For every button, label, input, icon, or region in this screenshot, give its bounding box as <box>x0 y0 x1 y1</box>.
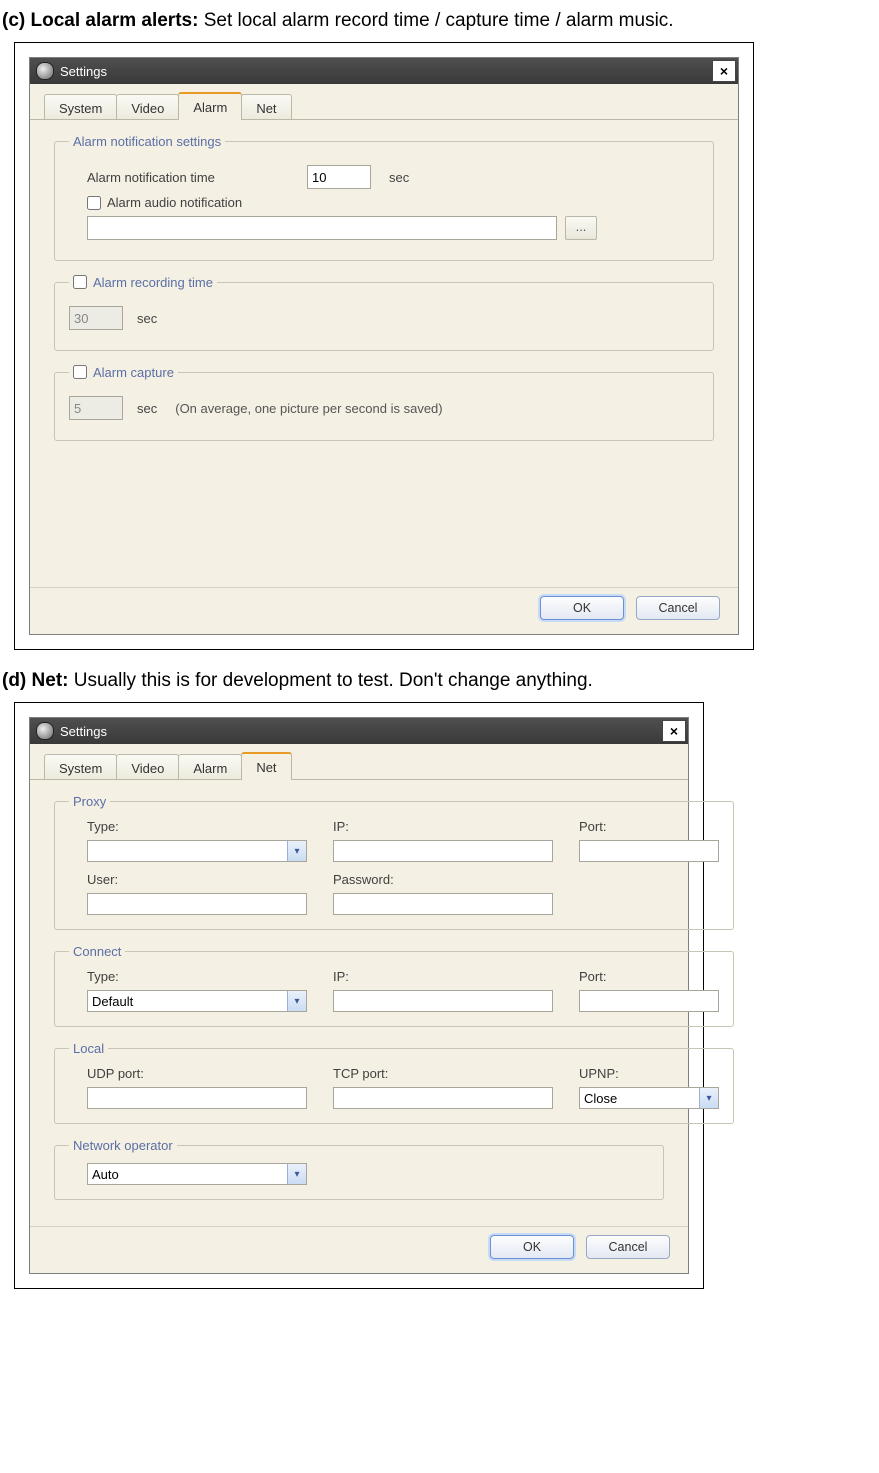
audio-notification-checkbox[interactable] <box>87 196 101 210</box>
ok-button[interactable]: OK <box>490 1235 574 1259</box>
group-alarm-notification-legend: Alarm notification settings <box>69 134 225 149</box>
screenshot-net: Settings × System Video Alarm Net Proxy … <box>14 702 704 1289</box>
capture-time-unit: sec <box>137 401 157 416</box>
tabbar: System Video Alarm Net <box>30 84 738 120</box>
capture-time-input[interactable] <box>69 396 123 420</box>
tab-net[interactable]: Net <box>241 94 291 120</box>
network-operator-combo[interactable]: ▾ <box>87 1163 307 1185</box>
window-title: Settings <box>60 64 107 79</box>
udp-port-input[interactable] <box>87 1087 307 1109</box>
window-title: Settings <box>60 724 107 739</box>
settings-window-alarm: Settings × System Video Alarm Net Alarm … <box>29 57 739 635</box>
chevron-down-icon: ▾ <box>287 1164 306 1184</box>
proxy-password-input[interactable] <box>333 893 553 915</box>
doc-heading-c-rest: Set local alarm record time / capture ti… <box>198 10 673 31</box>
proxy-type-label: Type: <box>87 819 307 834</box>
browse-button[interactable]: ... <box>565 216 597 240</box>
titlebar: Settings × <box>30 718 688 744</box>
connect-port-label: Port: <box>579 969 719 984</box>
doc-heading-d: (d) Net: Usually this is for development… <box>2 670 879 692</box>
group-alarm-recording: Alarm recording time sec <box>54 275 714 351</box>
audio-notification-label: Alarm audio notification <box>107 195 242 210</box>
group-local-legend: Local <box>69 1041 108 1056</box>
settings-window-net: Settings × System Video Alarm Net Proxy … <box>29 717 689 1274</box>
close-icon[interactable]: × <box>662 720 686 742</box>
group-connect-legend: Connect <box>69 944 125 959</box>
connect-type-input[interactable] <box>87 990 307 1012</box>
chevron-down-icon: ▾ <box>287 991 306 1011</box>
titlebar: Settings × <box>30 58 738 84</box>
group-network-operator-legend: Network operator <box>69 1138 177 1153</box>
group-proxy-legend: Proxy <box>69 794 110 809</box>
alarm-capture-checkbox[interactable] <box>73 365 87 379</box>
app-icon <box>36 722 54 740</box>
tab-body-alarm: Alarm notification settings Alarm notifi… <box>30 120 738 581</box>
group-connect: Connect Type: IP: Port: ▾ <box>54 944 734 1027</box>
network-operator-input[interactable] <box>87 1163 307 1185</box>
tab-alarm[interactable]: Alarm <box>178 92 242 120</box>
notify-time-unit: sec <box>389 170 409 185</box>
tab-body-net: Proxy Type: IP: Port: ▾ User: Password: <box>30 780 688 1220</box>
close-icon[interactable]: × <box>712 60 736 82</box>
upnp-label: UPNP: <box>579 1066 719 1081</box>
group-network-operator: Network operator ▾ <box>54 1138 664 1200</box>
tab-video[interactable]: Video <box>116 94 179 120</box>
notify-time-label: Alarm notification time <box>87 170 307 185</box>
doc-heading-d-bold: (d) Net: <box>2 670 68 691</box>
upnp-input[interactable] <box>579 1087 719 1109</box>
proxy-port-input[interactable] <box>579 840 719 862</box>
proxy-type-input[interactable] <box>87 840 307 862</box>
proxy-ip-input[interactable] <box>333 840 553 862</box>
capture-note: (On average, one picture per second is s… <box>175 401 442 416</box>
audio-path-input[interactable] <box>87 216 557 240</box>
proxy-port-label: Port: <box>579 819 719 834</box>
chevron-down-icon: ▾ <box>287 841 306 861</box>
connect-ip-label: IP: <box>333 969 553 984</box>
screenshot-alarm: Settings × System Video Alarm Net Alarm … <box>14 42 754 650</box>
proxy-ip-label: IP: <box>333 819 553 834</box>
button-bar: OK Cancel <box>30 587 738 634</box>
alarm-recording-checkbox[interactable] <box>73 275 87 289</box>
connect-ip-input[interactable] <box>333 990 553 1012</box>
tab-system[interactable]: System <box>44 754 117 780</box>
tab-video[interactable]: Video <box>116 754 179 780</box>
group-proxy: Proxy Type: IP: Port: ▾ User: Password: <box>54 794 734 930</box>
notify-time-input[interactable] <box>307 165 371 189</box>
doc-heading-c-bold: (c) Local alarm alerts: <box>2 10 198 31</box>
proxy-password-label: Password: <box>333 872 553 887</box>
group-alarm-recording-legend: Alarm recording time <box>69 275 217 290</box>
doc-heading-d-rest: Usually this is for development to test.… <box>68 670 592 691</box>
connect-port-input[interactable] <box>579 990 719 1012</box>
group-alarm-notification: Alarm notification settings Alarm notifi… <box>54 134 714 261</box>
tcp-port-input[interactable] <box>333 1087 553 1109</box>
recording-time-unit: sec <box>137 311 157 326</box>
upnp-combo[interactable]: ▾ <box>579 1087 719 1109</box>
tcp-port-label: TCP port: <box>333 1066 553 1081</box>
recording-time-input[interactable] <box>69 306 123 330</box>
tab-alarm[interactable]: Alarm <box>178 754 242 780</box>
group-alarm-capture-legend: Alarm capture <box>69 365 178 380</box>
ok-button[interactable]: OK <box>540 596 624 620</box>
button-bar: OK Cancel <box>30 1226 688 1273</box>
tab-net[interactable]: Net <box>241 752 291 780</box>
udp-port-label: UDP port: <box>87 1066 307 1081</box>
cancel-button[interactable]: Cancel <box>586 1235 670 1259</box>
chevron-down-icon: ▾ <box>699 1088 718 1108</box>
proxy-user-label: User: <box>87 872 307 887</box>
connect-type-combo[interactable]: ▾ <box>87 990 307 1012</box>
group-local: Local UDP port: TCP port: UPNP: ▾ <box>54 1041 734 1124</box>
group-alarm-capture: Alarm capture sec (On average, one pictu… <box>54 365 714 441</box>
proxy-type-combo[interactable]: ▾ <box>87 840 307 862</box>
proxy-user-input[interactable] <box>87 893 307 915</box>
tab-system[interactable]: System <box>44 94 117 120</box>
tabbar: System Video Alarm Net <box>30 744 688 780</box>
cancel-button[interactable]: Cancel <box>636 596 720 620</box>
connect-type-label: Type: <box>87 969 307 984</box>
app-icon <box>36 62 54 80</box>
doc-heading-c: (c) Local alarm alerts: Set local alarm … <box>2 10 879 32</box>
